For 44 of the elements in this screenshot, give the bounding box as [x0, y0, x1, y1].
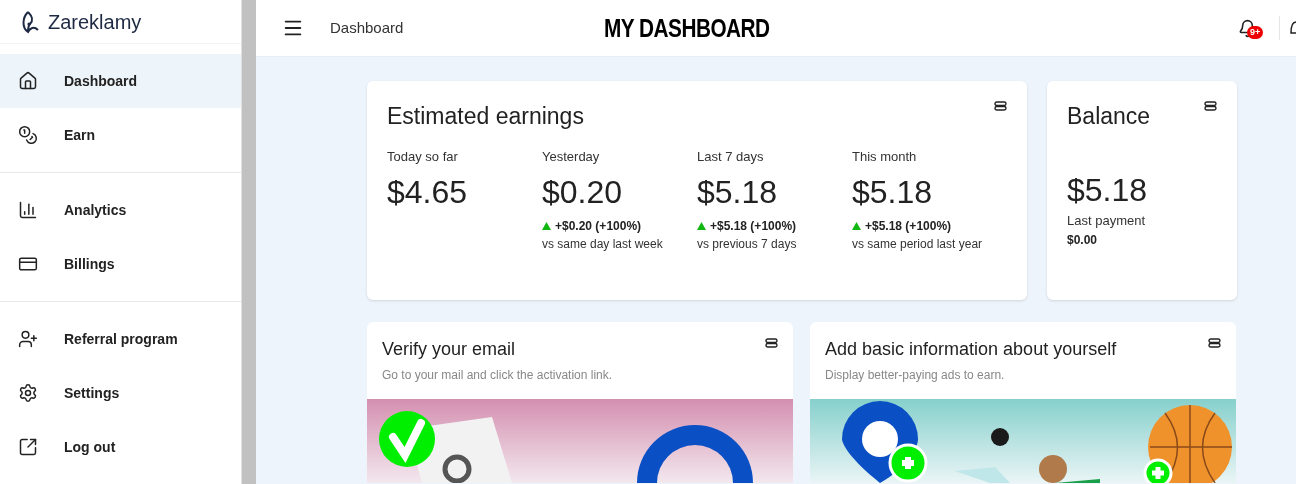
task-subtitle: Display better-paying ads to earn. [825, 367, 1006, 384]
up-triangle-icon [852, 221, 861, 230]
up-triangle-icon [542, 221, 551, 230]
add-user-icon [18, 329, 38, 349]
stat-label: Last 7 days [697, 148, 765, 166]
settings-icon [18, 383, 38, 403]
brand-name: Zareklamy [48, 9, 142, 35]
breadcrumb: Dashboard [330, 17, 405, 38]
notification-badge: 9+ [1247, 26, 1264, 39]
stack-icon[interactable] [765, 338, 778, 348]
stat-comparison: vs previous 7 days [697, 235, 798, 253]
up-triangle-icon [697, 221, 706, 230]
stat-change: +$0.20 (+100%) [555, 217, 642, 235]
stat-change: +$5.18 (+100%) [710, 217, 797, 235]
last-payment-label: Last payment [1067, 212, 1147, 230]
stat-change: +$5.18 (+100%) [865, 217, 952, 235]
stat-comparison: vs same day last week [542, 235, 664, 253]
stat-value: $4.65 [387, 172, 469, 212]
card-title: Balance [1067, 102, 1151, 131]
stat-label: Today so far [387, 148, 459, 166]
logo-icon [20, 9, 40, 34]
balance-value: $5.18 [1067, 171, 1149, 210]
coins-icon [18, 125, 38, 145]
scrollbar[interactable] [241, 0, 256, 484]
stat-label: Yesterday [542, 148, 601, 166]
last-payment-value: $0.00 [1067, 231, 1099, 249]
task-subtitle: Go to your mail and click the activation link. [382, 367, 614, 384]
stat-value: $5.18 [852, 172, 934, 212]
card-icon [18, 254, 38, 274]
stat-label: This month [852, 148, 918, 166]
stat-value: $0.20 [542, 172, 624, 212]
bar-chart-icon [18, 200, 38, 220]
stat-comparison: vs same period last year [852, 235, 984, 253]
stack-icon[interactable] [1208, 338, 1221, 348]
sidebar-item[interactable]: Dashboard [0, 54, 241, 108]
stat-value: $5.18 [697, 172, 779, 212]
stack-icon[interactable] [1204, 101, 1217, 111]
task-title: Verify your email [382, 338, 516, 360]
logout-icon [18, 437, 38, 457]
task-title: Add basic information about yourself [825, 338, 1117, 360]
home-icon [18, 71, 38, 91]
stack-icon[interactable] [994, 101, 1007, 111]
card-title: Estimated earnings [387, 102, 584, 131]
page-title: MY DASHBOARD [604, 11, 770, 45]
